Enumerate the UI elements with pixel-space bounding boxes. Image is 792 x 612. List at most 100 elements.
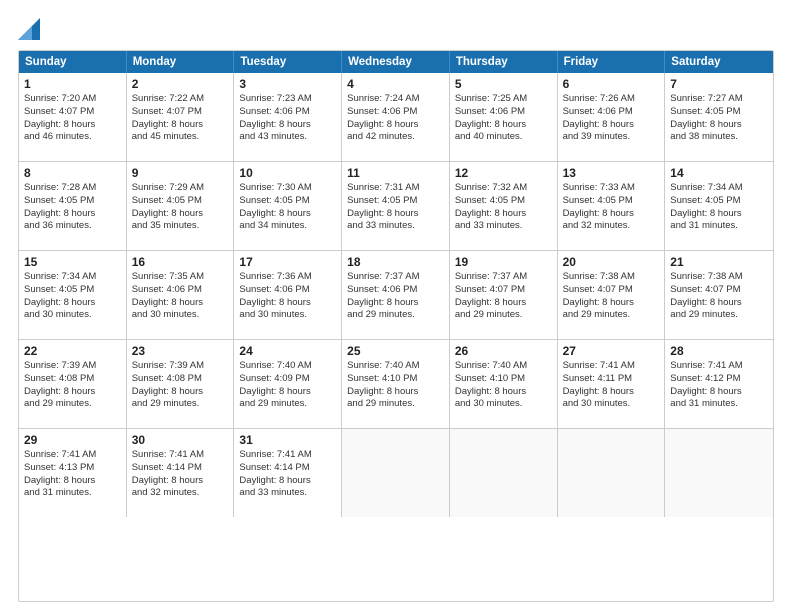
day-number: 11 <box>347 166 444 180</box>
cell-info-line: Sunset: 4:06 PM <box>347 284 444 297</box>
cell-info-line: Sunset: 4:05 PM <box>132 195 229 208</box>
calendar-cell <box>558 429 666 517</box>
cell-info-line: and 33 minutes. <box>347 220 444 233</box>
cell-info-line: Sunset: 4:06 PM <box>239 284 336 297</box>
day-number: 24 <box>239 344 336 358</box>
cell-info-line: Sunset: 4:05 PM <box>455 195 552 208</box>
calendar-cell: 28Sunrise: 7:41 AMSunset: 4:12 PMDayligh… <box>665 340 773 428</box>
weekday-header-tuesday: Tuesday <box>234 51 342 73</box>
cell-info-line: and 35 minutes. <box>132 220 229 233</box>
cell-info-line: Daylight: 8 hours <box>132 119 229 132</box>
day-number: 17 <box>239 255 336 269</box>
cell-info-line: and 33 minutes. <box>455 220 552 233</box>
cell-info-line: Daylight: 8 hours <box>24 475 121 488</box>
cell-info-line: Sunrise: 7:39 AM <box>24 360 121 373</box>
cell-info-line: Sunset: 4:08 PM <box>132 373 229 386</box>
day-number: 16 <box>132 255 229 269</box>
cell-info-line: Sunrise: 7:24 AM <box>347 93 444 106</box>
day-number: 22 <box>24 344 121 358</box>
cell-info-line: Daylight: 8 hours <box>132 297 229 310</box>
cell-info-line: Sunset: 4:07 PM <box>132 106 229 119</box>
cell-info-line: Sunset: 4:07 PM <box>24 106 121 119</box>
cell-info-line: Sunset: 4:05 PM <box>670 106 768 119</box>
cell-info-line: Daylight: 8 hours <box>347 208 444 221</box>
calendar-cell: 7Sunrise: 7:27 AMSunset: 4:05 PMDaylight… <box>665 73 773 161</box>
calendar-cell: 18Sunrise: 7:37 AMSunset: 4:06 PMDayligh… <box>342 251 450 339</box>
cell-info-line: Sunrise: 7:41 AM <box>24 449 121 462</box>
cell-info-line: Sunrise: 7:37 AM <box>455 271 552 284</box>
calendar-cell: 23Sunrise: 7:39 AMSunset: 4:08 PMDayligh… <box>127 340 235 428</box>
cell-info-line: Daylight: 8 hours <box>670 297 768 310</box>
cell-info-line: Sunrise: 7:37 AM <box>347 271 444 284</box>
cell-info-line: and 42 minutes. <box>347 131 444 144</box>
day-number: 15 <box>24 255 121 269</box>
calendar-cell: 27Sunrise: 7:41 AMSunset: 4:11 PMDayligh… <box>558 340 666 428</box>
cell-info-line: and 29 minutes. <box>670 309 768 322</box>
calendar-cell: 22Sunrise: 7:39 AMSunset: 4:08 PMDayligh… <box>19 340 127 428</box>
cell-info-line: Daylight: 8 hours <box>239 119 336 132</box>
calendar-cell: 20Sunrise: 7:38 AMSunset: 4:07 PMDayligh… <box>558 251 666 339</box>
cell-info-line: Sunset: 4:05 PM <box>24 284 121 297</box>
logo <box>18 18 43 40</box>
cell-info-line: Daylight: 8 hours <box>347 386 444 399</box>
calendar-cell: 3Sunrise: 7:23 AMSunset: 4:06 PMDaylight… <box>234 73 342 161</box>
day-number: 20 <box>563 255 660 269</box>
cell-info-line: Sunset: 4:14 PM <box>239 462 336 475</box>
cell-info-line: and 30 minutes. <box>24 309 121 322</box>
cell-info-line: Sunset: 4:07 PM <box>455 284 552 297</box>
cell-info-line: Daylight: 8 hours <box>132 208 229 221</box>
cell-info-line: Daylight: 8 hours <box>132 475 229 488</box>
cell-info-line: and 36 minutes. <box>24 220 121 233</box>
cell-info-line: Sunset: 4:06 PM <box>239 106 336 119</box>
cell-info-line: Sunrise: 7:33 AM <box>563 182 660 195</box>
cell-info-line: Daylight: 8 hours <box>24 386 121 399</box>
calendar-cell: 2Sunrise: 7:22 AMSunset: 4:07 PMDaylight… <box>127 73 235 161</box>
cell-info-line: Sunset: 4:09 PM <box>239 373 336 386</box>
calendar-cell <box>342 429 450 517</box>
cell-info-line: Daylight: 8 hours <box>347 297 444 310</box>
day-number: 31 <box>239 433 336 447</box>
day-number: 29 <box>24 433 121 447</box>
day-number: 25 <box>347 344 444 358</box>
day-number: 14 <box>670 166 768 180</box>
weekday-header-sunday: Sunday <box>19 51 127 73</box>
cell-info-line: Sunrise: 7:27 AM <box>670 93 768 106</box>
cell-info-line: Sunset: 4:06 PM <box>132 284 229 297</box>
cell-info-line: and 30 minutes. <box>455 398 552 411</box>
cell-info-line: and 29 minutes. <box>239 398 336 411</box>
calendar-cell: 13Sunrise: 7:33 AMSunset: 4:05 PMDayligh… <box>558 162 666 250</box>
calendar-cell: 26Sunrise: 7:40 AMSunset: 4:10 PMDayligh… <box>450 340 558 428</box>
calendar-cell: 29Sunrise: 7:41 AMSunset: 4:13 PMDayligh… <box>19 429 127 517</box>
cell-info-line: Daylight: 8 hours <box>24 297 121 310</box>
cell-info-line: Sunrise: 7:38 AM <box>670 271 768 284</box>
cell-info-line: Daylight: 8 hours <box>239 297 336 310</box>
weekday-header-friday: Friday <box>558 51 666 73</box>
cell-info-line: and 45 minutes. <box>132 131 229 144</box>
calendar-cell: 10Sunrise: 7:30 AMSunset: 4:05 PMDayligh… <box>234 162 342 250</box>
cell-info-line: Daylight: 8 hours <box>670 208 768 221</box>
cell-info-line: Sunrise: 7:26 AM <box>563 93 660 106</box>
cell-info-line: Sunrise: 7:39 AM <box>132 360 229 373</box>
cell-info-line: and 29 minutes. <box>347 309 444 322</box>
cell-info-line: and 29 minutes. <box>24 398 121 411</box>
day-number: 1 <box>24 77 121 91</box>
calendar-cell: 25Sunrise: 7:40 AMSunset: 4:10 PMDayligh… <box>342 340 450 428</box>
cell-info-line: Sunrise: 7:30 AM <box>239 182 336 195</box>
cell-info-line: Daylight: 8 hours <box>563 208 660 221</box>
cell-info-line: Sunrise: 7:35 AM <box>132 271 229 284</box>
cell-info-line: and 33 minutes. <box>239 487 336 500</box>
cell-info-line: Daylight: 8 hours <box>455 386 552 399</box>
cell-info-line: Sunrise: 7:32 AM <box>455 182 552 195</box>
cell-info-line: Daylight: 8 hours <box>239 475 336 488</box>
cell-info-line: Daylight: 8 hours <box>670 119 768 132</box>
cell-info-line: Daylight: 8 hours <box>24 208 121 221</box>
calendar: SundayMondayTuesdayWednesdayThursdayFrid… <box>18 50 774 602</box>
cell-info-line: Sunset: 4:05 PM <box>347 195 444 208</box>
cell-info-line: Daylight: 8 hours <box>239 208 336 221</box>
cell-info-line: Daylight: 8 hours <box>455 208 552 221</box>
weekday-header-thursday: Thursday <box>450 51 558 73</box>
cell-info-line: Sunrise: 7:40 AM <box>455 360 552 373</box>
logo-icon <box>18 18 40 40</box>
cell-info-line: Sunrise: 7:41 AM <box>563 360 660 373</box>
cell-info-line: Sunrise: 7:40 AM <box>347 360 444 373</box>
